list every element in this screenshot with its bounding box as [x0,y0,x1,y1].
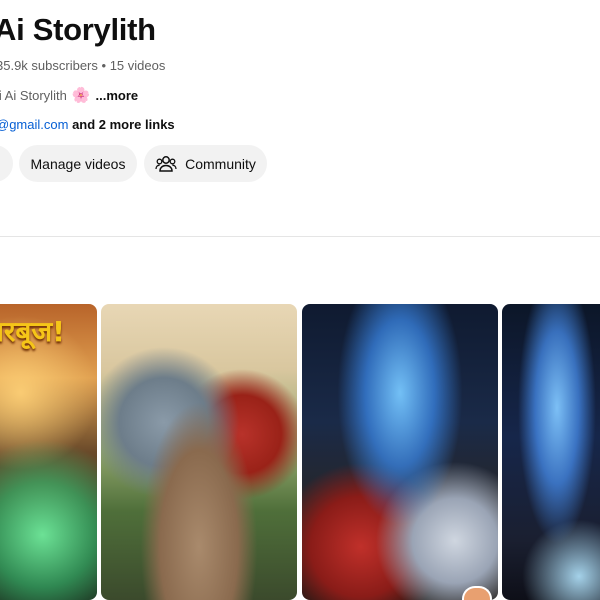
short-thumbnail-3[interactable] [302,304,498,600]
flower-icon: 🌸 [71,87,91,104]
short-thumbnail-1[interactable]: तरबूज! [0,304,97,600]
shorts-shelf: तरबूज! [0,304,600,600]
manage-videos-button[interactable]: Manage videos [19,145,137,182]
community-icon [155,155,177,173]
description-text: li Ai Storylith [0,88,67,103]
description-more-link[interactable]: ...more [96,88,139,103]
video-count: 15 videos [109,58,166,73]
section-divider [0,236,600,237]
community-button[interactable]: Community [144,145,267,182]
creator-avatar-badge [462,586,492,600]
short-thumbnail-2[interactable] [101,304,297,600]
more-links-link[interactable]: and 2 more links [72,117,175,132]
subscriber-count: 35.9k subscribers [0,58,98,73]
channel-stats: 35.9k subscribers • 15 videos [0,58,165,73]
manage-videos-label: Manage videos [30,155,126,172]
channel-links: @gmail.com and 2 more links [0,117,175,132]
email-link[interactable]: @gmail.com [0,117,68,132]
channel-description[interactable]: li Ai Storylith 🌸 ...more [0,88,138,103]
channel-name: Ai Storylith [0,12,156,47]
short-thumbnail-4[interactable] [502,304,600,600]
stats-separator: • [101,58,107,73]
customize-channel-button[interactable] [0,145,13,182]
community-label: Community [185,155,256,172]
thumbnail-title-text: तरबूज! [0,315,65,348]
